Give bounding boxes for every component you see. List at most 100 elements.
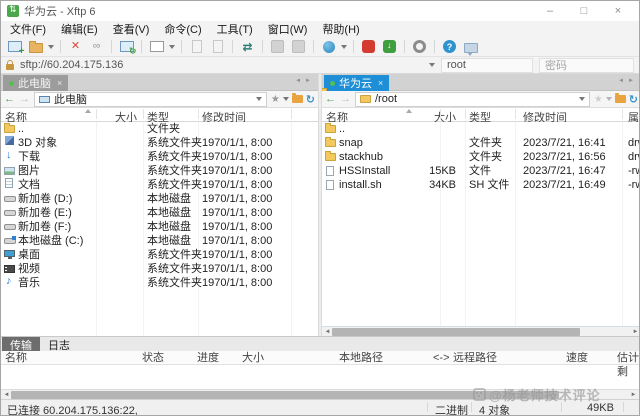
maximize-button[interactable]: □ [577,5,591,17]
tab-local-close-icon[interactable]: × [57,78,62,88]
watermark-grin-icon [473,388,486,401]
file-name: 3D 对象 [18,136,57,150]
open-session-icon[interactable] [27,39,44,55]
favorites-star-icon[interactable]: ★ [271,94,280,105]
username-field[interactable]: root [441,58,533,73]
file-row[interactable]: .. [322,122,640,136]
sync-browsing-icon[interactable] [320,39,337,55]
tab-remote[interactable]: 华为云 × [324,75,389,91]
file-row[interactable]: 音乐系统文件夹1970/1/1, 8:00 [1,276,318,290]
favorites-caret-icon[interactable] [606,97,612,101]
local-path-combobox[interactable]: 此电脑 [34,92,267,107]
back-icon[interactable]: ← [4,93,15,105]
local-file-list: ..文件夹 3D 对象系统文件夹1970/1/1, 8:00 下载系统文件夹19… [1,122,318,336]
file-row[interactable]: 本地磁盘 (C:)本地磁盘1970/1/1, 8:00 [1,234,318,248]
back-icon[interactable]: ← [325,93,336,105]
col-progress[interactable]: 进度 [197,351,219,365]
col-direction[interactable]: <-> [433,351,450,365]
menu-view[interactable]: 查看(V) [113,21,150,37]
local-path-caret-icon[interactable] [256,97,262,101]
file-attributes: drwxr- [628,150,640,164]
file-row[interactable]: 文档系统文件夹1970/1/1, 8:00 [1,178,318,192]
file-row[interactable]: 桌面系统文件夹1970/1/1, 8:00 [1,248,318,262]
remote-file-list: .. snap文件夹2023/7/21, 16:41drwx-- stackhu… [322,122,640,326]
file-type: 系统文件夹 [147,248,202,262]
file-type: 文件夹 [147,122,180,136]
favorites-caret-icon[interactable] [283,97,289,101]
col-speed[interactable]: 速度 [566,351,588,365]
file-modified: 2023/7/21, 16:41 [523,136,606,150]
scroll-left-icon[interactable]: ◄ [2,391,11,399]
pictures-icon [4,167,15,175]
title-bar: 华为云 - Xftp 6 – □ × [1,1,639,21]
disconnect-icon[interactable]: ✕ [67,39,84,55]
file-type: 系统文件夹 [147,276,202,290]
menu-window[interactable]: 窗口(W) [268,21,308,37]
views-icon[interactable] [148,39,165,55]
sync-browsing-caret-icon[interactable] [341,45,347,49]
transfer-icon[interactable]: ⇄ [239,39,256,55]
object-count: 4 对象 [479,402,510,416]
file-row[interactable]: 新加卷 (E:)本地磁盘1970/1/1, 8:00 [1,206,318,220]
col-status[interactable]: 状态 [142,351,164,365]
file-row[interactable]: 3D 对象系统文件夹1970/1/1, 8:00 [1,136,318,150]
tab-remote-close-icon[interactable]: × [378,78,383,88]
remote-horizontal-scrollbar[interactable]: ◄ ► [322,326,640,336]
home-folder-icon[interactable] [615,95,626,103]
col-size[interactable]: 大小 [242,351,264,365]
file-row[interactable]: ..文件夹 [1,122,318,136]
feedback-icon[interactable] [462,39,479,55]
forward-icon[interactable]: → [340,93,351,105]
scroll-right-icon[interactable]: ► [631,328,640,336]
favorites-star-icon[interactable]: ★ [594,94,603,105]
options-gear-icon[interactable] [411,39,428,55]
col-remote-path[interactable]: 远程路径 [453,351,497,365]
close-button[interactable]: × [611,5,625,17]
views-caret-icon[interactable] [169,45,175,49]
menu-command[interactable]: 命令(C) [164,21,201,37]
new-session-icon[interactable] [6,39,23,55]
help-icon[interactable]: ? [441,39,458,55]
menu-file[interactable]: 文件(F) [10,21,46,37]
file-row[interactable]: 视频系统文件夹1970/1/1, 8:00 [1,262,318,276]
refresh-icon[interactable]: ↻ [629,93,638,106]
tab-scroll-arrows-icon[interactable]: ◄► [618,78,638,84]
file-type: 系统文件夹 [147,136,202,150]
minimize-button[interactable]: – [543,5,557,17]
host-caret-icon[interactable] [429,63,435,67]
refresh-icon[interactable]: ↻ [306,93,315,106]
xftp-download-icon[interactable] [381,39,398,55]
password-field[interactable]: 密码 [539,58,634,73]
file-row[interactable]: 新加卷 (F:)本地磁盘1970/1/1, 8:00 [1,220,318,234]
col-local-path[interactable]: 本地路径 [339,351,383,365]
lock-icon [6,64,14,70]
file-modified: 1970/1/1, 8:00 [202,248,272,262]
menu-help[interactable]: 帮助(H) [322,21,359,37]
menu-tools[interactable]: 工具(T) [217,21,253,37]
forward-icon[interactable]: → [19,93,30,105]
remote-path-combobox[interactable]: /root [355,92,590,107]
host-combobox[interactable]: sftp://60.204.175.136 [20,59,435,71]
scroll-left-icon[interactable]: ◄ [323,328,332,336]
menu-edit[interactable]: 编辑(E) [61,21,98,37]
file-row[interactable]: HSSInstall15KB文件2023/7/21, 16:47-rwxr- [322,164,640,178]
file-row[interactable]: install.sh34KBSH 文件2023/7/21, 16:49-rw-r… [322,178,640,192]
new-window-icon[interactable] [118,39,135,55]
file-row[interactable]: 图片系统文件夹1970/1/1, 8:00 [1,164,318,178]
file-row[interactable]: snap文件夹2023/7/21, 16:41drwx-- [322,136,640,150]
scrollbar-thumb[interactable] [332,328,580,336]
tab-scroll-arrows-icon[interactable]: ◄► [295,78,315,84]
col-eta[interactable]: 估计剩 [617,351,639,379]
file-row[interactable]: stackhub文件夹2023/7/21, 16:56drwxr- [322,150,640,164]
home-folder-icon[interactable] [292,95,303,103]
tab-log[interactable]: 日志 [40,337,78,351]
tab-transfer[interactable]: 传输 [2,337,40,351]
file-row[interactable]: 新加卷 (D:)本地磁盘1970/1/1, 8:00 [1,192,318,206]
col-name[interactable]: 名称 [5,351,27,365]
remote-path-caret-icon[interactable] [579,97,585,101]
open-session-caret-icon[interactable] [48,45,54,49]
reconnect-icon[interactable]: ∞ [88,39,105,55]
file-row[interactable]: 下载系统文件夹1970/1/1, 8:00 [1,150,318,164]
xshell-icon[interactable] [360,39,377,55]
tab-local[interactable]: 此电脑 × [3,75,68,91]
